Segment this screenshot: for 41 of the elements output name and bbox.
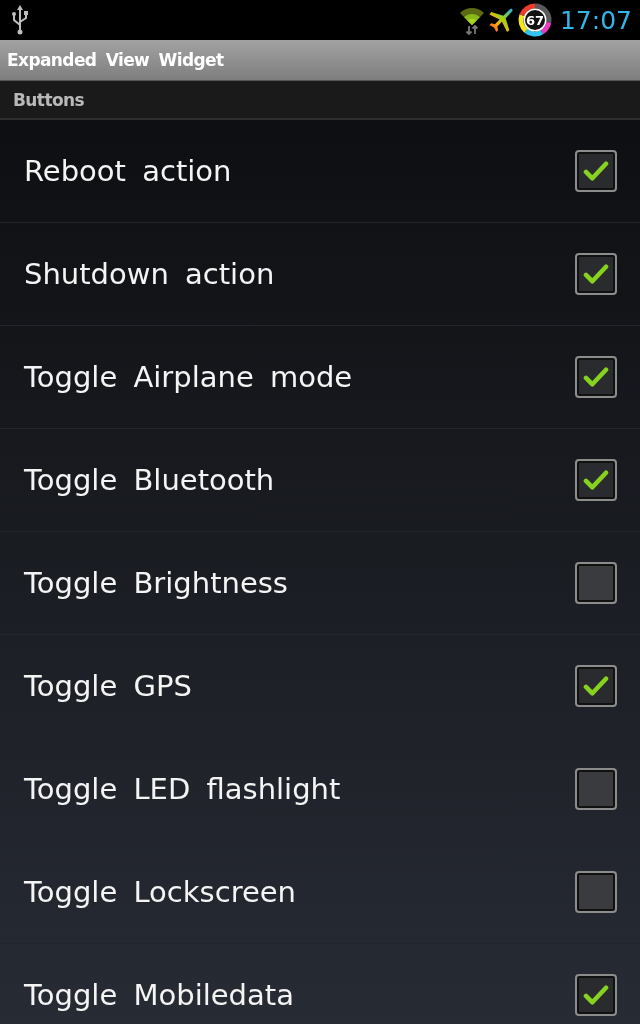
checkbox[interactable] — [575, 974, 617, 1016]
list-item[interactable]: Shutdown action — [0, 223, 640, 326]
wifi-icon — [458, 5, 485, 35]
checkbox[interactable] — [575, 562, 617, 604]
clock-time: 17:07 — [559, 5, 632, 35]
checkbox[interactable] — [575, 356, 617, 398]
checkbox[interactable] — [575, 768, 617, 810]
list-item[interactable]: Toggle Brightness — [0, 532, 640, 635]
battery-level-text: 67 — [525, 13, 544, 27]
item-label: Toggle LED flashlight — [24, 772, 341, 806]
list-item[interactable]: Toggle Bluetooth — [0, 429, 640, 532]
item-label: Toggle GPS — [24, 669, 192, 703]
checkbox[interactable] — [575, 150, 617, 192]
item-label: Toggle Brightness — [24, 566, 288, 600]
list-item[interactable]: Toggle Airplane mode — [0, 326, 640, 429]
list-item[interactable]: Toggle Mobiledata — [0, 944, 640, 1024]
app-title: Expanded View Widget — [7, 50, 224, 70]
list-item[interactable]: Toggle Lockscreen — [0, 841, 640, 944]
list-item[interactable]: Reboot action — [0, 120, 640, 223]
checkmark-icon — [583, 367, 609, 387]
battery-ring-icon — [516, 2, 553, 38]
checkbox[interactable] — [575, 459, 617, 501]
checkmark-icon — [583, 161, 609, 181]
item-label: Toggle Bluetooth — [24, 463, 275, 497]
item-label: Toggle Lockscreen — [24, 875, 296, 909]
list-item[interactable]: Toggle LED flashlight — [0, 738, 640, 841]
checkbox[interactable] — [575, 253, 617, 295]
checkmark-icon — [583, 470, 609, 490]
item-label: Reboot action — [24, 154, 232, 188]
item-label: Toggle Mobiledata — [24, 978, 294, 1012]
list-item[interactable]: Toggle GPS — [0, 635, 640, 738]
usb-icon — [10, 5, 30, 35]
item-label: Shutdown action — [24, 257, 275, 291]
item-label: Toggle Airplane mode — [24, 360, 353, 394]
checkmark-icon — [583, 985, 609, 1005]
checkbox[interactable] — [575, 871, 617, 913]
checkmark-icon — [583, 676, 609, 696]
checkmark-icon — [583, 264, 609, 284]
checkbox[interactable] — [575, 665, 617, 707]
airplane-icon — [487, 7, 514, 33]
section-title: Buttons — [13, 89, 84, 110]
